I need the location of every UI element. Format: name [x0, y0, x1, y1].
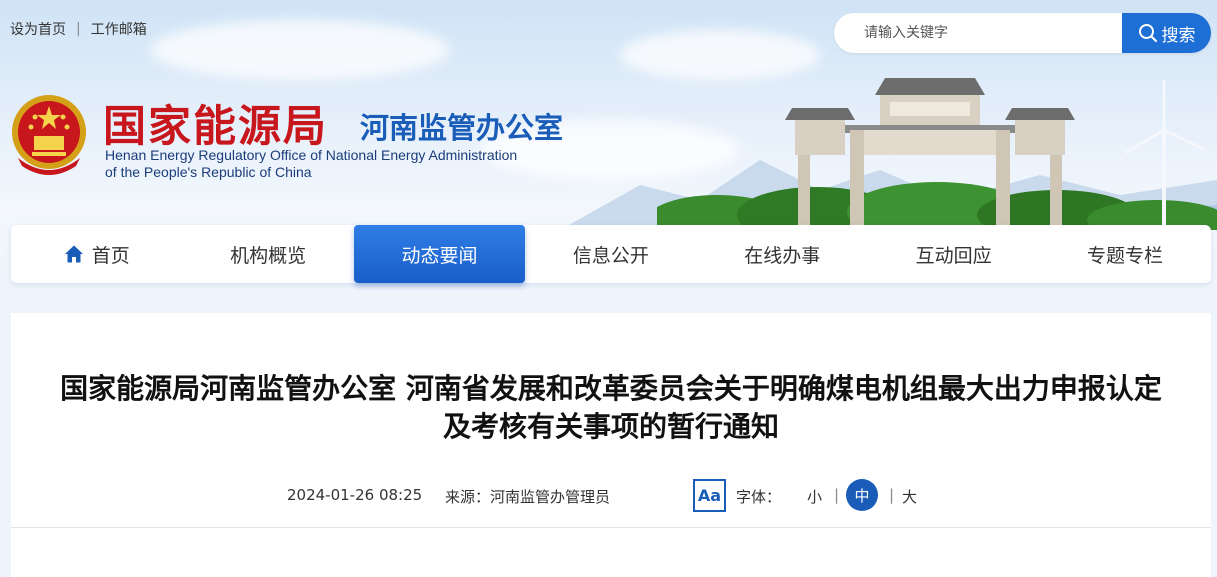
- work-email-link[interactable]: 工作邮箱: [91, 19, 147, 39]
- wind-turbine-illustration: [1124, 80, 1206, 225]
- nav-item-overview[interactable]: 机构概览: [182, 225, 353, 283]
- nav-item-label: 互动回应: [915, 244, 992, 267]
- logo-english-line1: Henan Energy Regulatory Office of Nation…: [105, 147, 518, 163]
- font-size-icon: Aa: [693, 479, 726, 512]
- article-title-line2: 及考核有关事项的暂行通知: [442, 410, 779, 443]
- article-meta: 2024-01-26 08:25 来源：河南监管办管理员 Aa 字体： 小 | …: [11, 479, 1211, 513]
- set-homepage-link[interactable]: 设为首页: [10, 19, 66, 39]
- font-size-label: 字体：: [736, 488, 782, 506]
- nav-item-home[interactable]: 首页: [11, 225, 182, 283]
- publish-date: 2024-01-26 08:25: [287, 486, 423, 504]
- main-nav: 首页 机构概览 动态要闻 信息公开 在线办事 互动回应 专题专栏: [11, 225, 1211, 283]
- article-title: 国家能源局河南监管办公室 河南省发展和改革委员会关于明确煤电机组最大出力申报认定…: [11, 370, 1211, 446]
- stone-gate-illustration: [785, 78, 1075, 230]
- font-size-small-button[interactable]: 小: [807, 486, 822, 507]
- font-size-medium-button[interactable]: 中: [846, 479, 878, 511]
- nav-item-label: 在线办事: [744, 244, 821, 267]
- nav-item-label: 动态要闻: [401, 244, 478, 267]
- logo-english-line2: of the People's Republic of China: [105, 164, 312, 180]
- home-icon: [64, 245, 83, 263]
- nav-item-news[interactable]: 动态要闻: [353, 225, 526, 283]
- nav-item-online-services[interactable]: 在线办事: [697, 225, 868, 283]
- font-size-large-button[interactable]: 大: [902, 486, 917, 507]
- nav-item-label: 专题专栏: [1087, 244, 1164, 267]
- search-bar: 搜索: [834, 13, 1211, 53]
- nav-item-special-topics[interactable]: 专题专栏: [1039, 225, 1210, 283]
- search-button-label: 搜索: [1161, 25, 1196, 46]
- nav-item-disclosure[interactable]: 信息公开: [525, 225, 696, 283]
- cloud-decoration: [150, 20, 450, 80]
- font-size-separator: |: [889, 486, 895, 504]
- font-size-separator: |: [834, 486, 840, 504]
- search-button[interactable]: 搜索: [1122, 13, 1211, 53]
- article-title-line1: 国家能源局河南监管办公室 河南省发展和改革委员会关于明确煤电机组最大出力申报认定: [60, 372, 1162, 405]
- nav-item-interaction[interactable]: 互动回应: [868, 225, 1039, 283]
- nav-item-label: 首页: [91, 244, 130, 267]
- search-icon: [1138, 24, 1157, 43]
- top-links: 设为首页 | 工作邮箱: [10, 19, 147, 39]
- logo-main-title: 国家能源局: [103, 102, 328, 152]
- logo-sub-title: 河南监管办公室: [360, 111, 564, 145]
- logo-english-name: Henan Energy Regulatory Office of Nation…: [105, 147, 517, 181]
- nav-item-label: 机构概览: [230, 244, 307, 267]
- search-input[interactable]: [834, 13, 1122, 53]
- national-emblem-icon: [12, 95, 86, 175]
- article-source: 来源：河南监管办管理员: [445, 488, 611, 506]
- meta-divider: [11, 527, 1211, 528]
- article-card: 国家能源局河南监管办公室 河南省发展和改革委员会关于明确煤电机组最大出力申报认定…: [11, 313, 1211, 577]
- top-links-separator: |: [76, 21, 81, 37]
- nav-item-label: 信息公开: [572, 244, 649, 267]
